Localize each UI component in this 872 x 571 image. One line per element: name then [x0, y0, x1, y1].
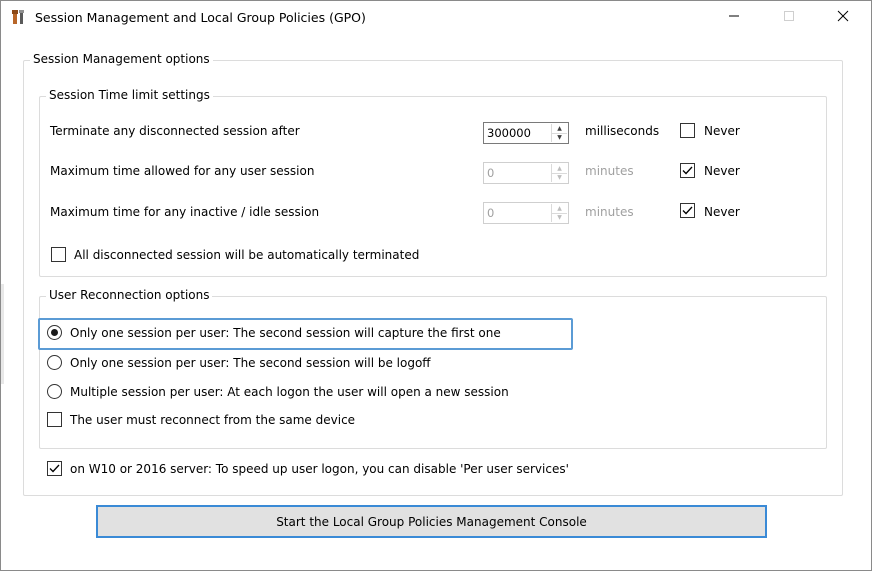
never-label: Never: [704, 164, 740, 178]
start-gpo-console-label: Start the Local Group Policies Managemen…: [276, 514, 587, 529]
never-checkbox[interactable]: [680, 123, 695, 138]
max-idle-time-label: Maximum time for any inactive / idle ses…: [50, 205, 320, 219]
same-device-label: The user must reconnect from the same de…: [70, 413, 356, 427]
close-icon: [837, 10, 849, 25]
check-icon: [682, 206, 693, 215]
maximize-icon: [783, 10, 795, 25]
unit-label: minutes: [585, 164, 634, 178]
title-bar[interactable]: Session Management and Local Group Polic…: [1, 1, 871, 33]
dialog-window: Session Management and Local Group Polic…: [0, 0, 872, 571]
radio-logoff-second[interactable]: [47, 355, 62, 370]
spinner-buttons: ▲ ▼: [551, 164, 567, 182]
max-session-time-spinner[interactable]: 0 ▲ ▼: [483, 162, 569, 184]
minimize-icon: [728, 10, 740, 25]
auto-terminate-checkbox[interactable]: [51, 247, 66, 262]
session-management-legend: Session Management options: [30, 52, 213, 66]
per-user-services-checkbox[interactable]: [47, 461, 62, 476]
spinner-value: 300000: [487, 126, 531, 140]
start-gpo-console-button[interactable]: Start the Local Group Policies Managemen…: [96, 505, 767, 538]
maximize-button[interactable]: [766, 1, 812, 33]
terminate-disconnected-spinner[interactable]: 300000 ▲ ▼: [483, 122, 569, 144]
edge-decoration: [1, 284, 4, 384]
spinner-value: 0: [487, 166, 495, 180]
never-label: Never: [704, 124, 740, 138]
max-session-time-label: Maximum time allowed for any user sessio…: [50, 164, 315, 178]
window-title: Session Management and Local Group Polic…: [35, 10, 366, 25]
radio-capture-first-label[interactable]: Only one session per user: The second se…: [70, 326, 501, 340]
spinner-buttons: ▲ ▼: [551, 204, 567, 222]
close-button[interactable]: [820, 1, 866, 33]
reconnection-legend: User Reconnection options: [46, 288, 213, 302]
unit-label: minutes: [585, 205, 634, 219]
radio-multiple-sessions-label[interactable]: Multiple session per user: At each logon…: [70, 385, 509, 399]
spin-down-button[interactable]: ▼: [552, 133, 567, 142]
never-checkbox[interactable]: [680, 203, 695, 218]
radio-logoff-second-label[interactable]: Only one session per user: The second se…: [70, 356, 431, 370]
check-icon: [682, 166, 693, 175]
spinner-value: 0: [487, 206, 495, 220]
radio-multiple-sessions[interactable]: [47, 384, 62, 399]
check-icon: [49, 464, 60, 473]
minimize-button[interactable]: [711, 1, 757, 33]
time-limit-legend: Session Time limit settings: [46, 88, 213, 102]
radio-selected-dot: [51, 329, 58, 336]
tools-icon: [11, 9, 27, 25]
terminate-disconnected-label: Terminate any disconnected session after: [50, 124, 300, 138]
spin-down-button[interactable]: ▼: [552, 213, 567, 222]
radio-capture-first[interactable]: [47, 325, 62, 340]
spin-down-button[interactable]: ▼: [552, 173, 567, 182]
spinner-buttons: ▲ ▼: [551, 124, 567, 142]
never-checkbox[interactable]: [680, 163, 695, 178]
same-device-checkbox[interactable]: [47, 412, 62, 427]
unit-label: milliseconds: [585, 124, 660, 138]
per-user-services-label: on W10 or 2016 server: To speed up user …: [70, 462, 569, 476]
max-idle-time-spinner[interactable]: 0 ▲ ▼: [483, 202, 569, 224]
auto-terminate-label: All disconnected session will be automat…: [74, 248, 420, 262]
never-label: Never: [704, 205, 740, 219]
